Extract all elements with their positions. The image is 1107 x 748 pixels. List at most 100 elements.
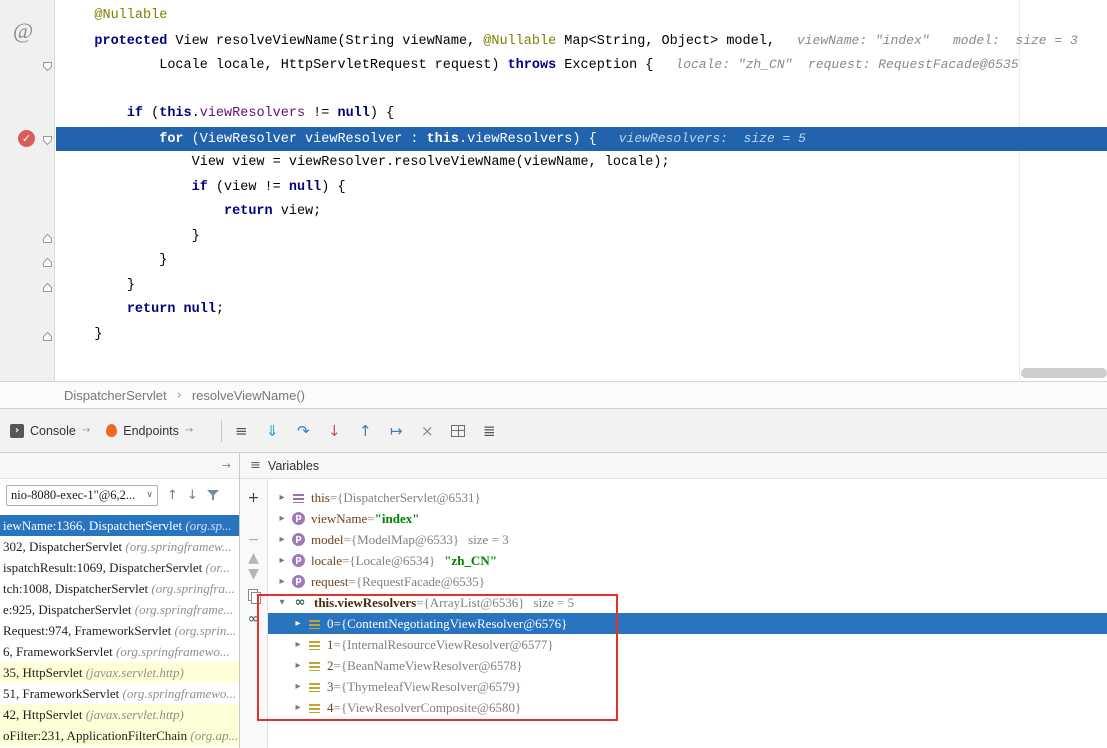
frame-row[interactable]: ispatchResult:1069, DispatcherServlet (o…: [0, 557, 239, 578]
frame-row[interactable]: 6, FrameworkServlet (org.springframewo..…: [0, 641, 239, 662]
variable-row[interactable]: ▸0 = {ContentNegotiatingViewResolver@657…: [268, 613, 1107, 634]
tree-chevron-icon[interactable]: ▸: [290, 613, 306, 634]
variable-row[interactable]: ▾∞this.viewResolvers = {ArrayList@6536}s…: [268, 592, 1107, 613]
layout-settings-icon[interactable]: ≣: [482, 423, 496, 439]
variable-row[interactable]: ▸pviewName = "index": [268, 508, 1107, 529]
element-icon: [308, 617, 321, 630]
debug-panes: → nio-8080-exec-1"@6,2... ∨ ↑ ↓ iewName:1…: [0, 453, 1107, 748]
frame-location: Request:974, FrameworkServlet: [3, 623, 175, 638]
code-line: return null;: [56, 298, 1107, 323]
ide-window: @Nullable protected View resolveViewName…: [0, 0, 1107, 748]
pane-arrow-icon[interactable]: →: [222, 459, 231, 472]
gutter-line: [0, 323, 54, 348]
frame-row[interactable]: tch:1008, DispatcherServlet (org.springf…: [0, 578, 239, 599]
variable-row[interactable]: ▸1 = {InternalResourceViewResolver@6577}: [268, 634, 1107, 655]
breakpoint-icon[interactable]: ✓: [18, 130, 35, 147]
fold-marker-icon[interactable]: [42, 59, 53, 70]
menu-icon[interactable]: ≡: [234, 423, 248, 439]
fold-marker-icon[interactable]: [42, 280, 53, 291]
drop-frame-icon[interactable]: ×: [420, 423, 434, 439]
frame-location: 51, FrameworkServlet: [3, 686, 123, 701]
tree-chevron-icon[interactable]: ▸: [274, 571, 290, 592]
run-to-cursor-icon[interactable]: ↦: [389, 423, 403, 439]
fold-marker-icon[interactable]: [42, 255, 53, 266]
variable-value: {RequestFacade@6535}: [356, 571, 485, 592]
tree-chevron-icon[interactable]: ▸: [274, 550, 290, 571]
inline-debug-hint: viewName: "index" model: size = 3: [797, 33, 1078, 48]
frame-row[interactable]: Request:974, FrameworkServlet (org.sprin…: [0, 620, 239, 641]
previous-frame-icon[interactable]: ↑: [167, 488, 178, 503]
fold-marker-icon[interactable]: [42, 329, 53, 340]
frame-row[interactable]: e:925, DispatcherServlet (org.springfram…: [0, 599, 239, 620]
frame-location: 6, FrameworkServlet: [3, 644, 116, 659]
breadcrumb: DispatcherServlet › resolveViewName(): [0, 382, 1107, 408]
variable-name: this.viewResolvers: [314, 592, 416, 613]
scroll-up-icon[interactable]: ▲: [248, 551, 259, 565]
tree-chevron-icon[interactable]: ▸: [274, 487, 290, 508]
frame-row[interactable]: 35, HttpServlet (javax.servlet.http): [0, 662, 239, 683]
tree-chevron-icon[interactable]: ▸: [290, 655, 306, 676]
variable-row[interactable]: ▸3 = {ThymeleafViewResolver@6579}: [268, 676, 1107, 697]
frame-row[interactable]: oFilter:231, ApplicationFilterChain (org…: [0, 725, 239, 746]
code-line: @Nullable: [56, 4, 1107, 29]
tab-endpoints[interactable]: Endpoints →: [106, 424, 193, 438]
code-line: if (this.viewResolvers != null) {: [56, 102, 1107, 127]
force-step-into-icon[interactable]: ↓: [327, 423, 341, 439]
variable-row[interactable]: ▸prequest = {RequestFacade@6535}: [268, 571, 1107, 592]
variable-row[interactable]: ▸4 = {ViewResolverComposite@6580}: [268, 697, 1107, 718]
thread-dropdown[interactable]: nio-8080-exec-1"@6,2... ∨: [6, 485, 158, 506]
gutter-line: [0, 176, 54, 201]
code-line: }: [56, 274, 1107, 299]
code-line: }: [56, 323, 1107, 348]
fold-marker-icon[interactable]: [42, 231, 53, 242]
variable-row[interactable]: ▸pmodel = {ModelMap@6533}size = 3: [268, 529, 1107, 550]
filter-icon[interactable]: [207, 489, 220, 501]
next-frame-icon[interactable]: ↓: [187, 488, 198, 503]
remove-watch-icon[interactable]: −: [248, 533, 260, 547]
frame-package: (javax.servlet.http): [86, 707, 184, 722]
console-icon: ›: [10, 424, 24, 438]
evaluate-expression-icon[interactable]: [451, 425, 465, 437]
frame-row[interactable]: iewName:1366, DispatcherServlet (org.sp.…: [0, 515, 239, 536]
show-execution-point-icon[interactable]: ⇓: [265, 423, 279, 439]
breadcrumb-class[interactable]: DispatcherServlet: [64, 388, 167, 403]
horizontal-scrollbar[interactable]: [1021, 368, 1107, 378]
breadcrumb-method[interactable]: resolveViewName(): [192, 388, 305, 403]
step-out-icon[interactable]: ↑: [358, 423, 372, 439]
tree-chevron-icon[interactable]: ▸: [274, 508, 290, 529]
add-watch-icon[interactable]: +: [248, 491, 260, 505]
variable-row[interactable]: ▸this = {DispatcherServlet@6531}: [268, 487, 1107, 508]
tree-chevron-icon[interactable]: ▸: [290, 676, 306, 697]
variables-menu-icon: ≡: [250, 458, 261, 473]
frame-package: (or...: [206, 560, 230, 575]
watches-toolbar: + − ▲ ▼ ∞: [240, 479, 268, 748]
frame-location: e:925, DispatcherServlet: [3, 602, 135, 617]
tree-chevron-icon[interactable]: ▾: [274, 592, 290, 613]
tree-chevron-icon[interactable]: ▸: [290, 697, 306, 718]
gutter-line: [0, 4, 54, 29]
equals-sign: =: [334, 676, 341, 697]
copy-icon[interactable]: [248, 589, 260, 602]
watches-icon[interactable]: ∞: [248, 612, 260, 626]
variable-value: {ViewResolverComposite@6580}: [341, 697, 521, 718]
debug-toolbar: › Console → Endpoints → ≡ ⇓ ↷ ↓ ↑ ↦ × ≣: [0, 408, 1107, 453]
variable-value: {ModelMap@6533}: [351, 529, 459, 550]
frame-row[interactable]: 51, FrameworkServlet (org.springframewo.…: [0, 683, 239, 704]
variable-value: {Locale@6534}: [349, 550, 435, 571]
tab-console[interactable]: › Console →: [10, 424, 90, 438]
variable-row[interactable]: ▸2 = {BeanNameViewResolver@6578}: [268, 655, 1107, 676]
gutter-line: [0, 151, 54, 176]
frame-row[interactable]: 42, HttpServlet (javax.servlet.http): [0, 704, 239, 725]
variable-value: {ArrayList@6536}: [424, 592, 525, 613]
editor: @Nullable protected View resolveViewName…: [0, 0, 1107, 382]
gutter-line: [0, 200, 54, 225]
scroll-down-icon[interactable]: ▼: [248, 567, 259, 581]
gutter-line: [0, 249, 54, 274]
equals-sign: =: [349, 571, 356, 592]
step-over-icon[interactable]: ↷: [296, 423, 310, 439]
tree-chevron-icon[interactable]: ▸: [274, 529, 290, 550]
frame-row[interactable]: 302, DispatcherServlet (org.springframew…: [0, 536, 239, 557]
tree-chevron-icon[interactable]: ▸: [290, 634, 306, 655]
variable-row[interactable]: ▸plocale = {Locale@6534}"zh_CN": [268, 550, 1107, 571]
fold-marker-icon[interactable]: [42, 133, 53, 144]
